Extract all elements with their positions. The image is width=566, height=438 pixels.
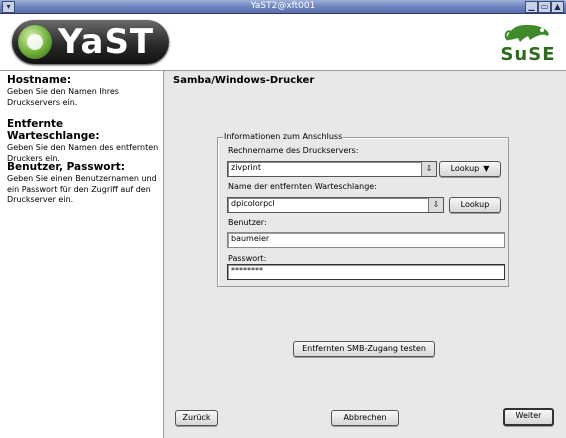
next-label: Weiter <box>515 411 542 420</box>
help-heading: Entfernte Warteschlange: <box>7 118 100 142</box>
queue-value: dpicolorpcl <box>231 199 275 208</box>
user-label: Benutzer: <box>228 218 267 227</box>
yast-logo-text: YaST <box>58 22 155 62</box>
yast-ball-icon <box>18 25 52 59</box>
server-combobox[interactable]: zivprint ⇩ <box>227 161 437 177</box>
lookup-label: Lookup <box>450 164 480 173</box>
help-section-credentials: Benutzer, Passwort: Geben Sie einen Benu… <box>7 161 159 206</box>
password-field[interactable]: ******** <box>227 264 505 280</box>
help-text: Geben Sie einen Benutzernamen und ein Pa… <box>7 174 157 204</box>
group-title: Informationen zum Anschluss <box>223 132 344 141</box>
header-banner: YaST SuSE <box>0 14 566 71</box>
combo-arrow-icon[interactable]: ⇩ <box>428 198 443 212</box>
suse-logo-text: SuSE <box>500 44 556 65</box>
lookup-label: Lookup <box>460 200 490 209</box>
dialog-title: Samba/Windows-Drucker <box>173 75 315 86</box>
back-button[interactable]: Zurück <box>175 410 218 426</box>
cancel-button[interactable]: Abbrechen <box>331 410 399 426</box>
help-pane: Hostname: Geben Sie den Namen Ihres Druc… <box>0 71 164 438</box>
combo-arrow-icon[interactable]: ⇩ <box>421 162 436 176</box>
next-button[interactable]: Weiter <box>503 408 554 426</box>
dialog-content: Samba/Windows-Drucker Informationen zum … <box>164 71 566 438</box>
help-heading: Hostname: <box>7 74 72 86</box>
test-smb-button[interactable]: Entfernten SMB-Zugang testen <box>293 341 435 357</box>
back-label: Zurück <box>182 413 211 422</box>
connection-info-group: Informationen zum Anschluss Rechnername … <box>217 132 509 287</box>
help-text: Geben Sie den Namen Ihres Druckservers e… <box>7 87 119 107</box>
window-menu-icon[interactable]: ▾ <box>2 1 15 13</box>
user-value: baumeier <box>231 234 270 243</box>
yast-logo: YaST <box>12 20 169 64</box>
chameleon-icon <box>504 24 549 42</box>
help-heading: Benutzer, Passwort: <box>7 161 125 173</box>
server-lookup-button[interactable]: Lookup ▼ <box>439 161 501 177</box>
user-field[interactable]: baumeier <box>227 232 505 248</box>
window-title: YaST2@xft001 <box>250 1 316 11</box>
suse-logo: SuSE <box>498 18 558 68</box>
password-label: Passwort: <box>228 254 267 263</box>
minimize-icon[interactable]: ▁ <box>525 1 538 13</box>
password-value: ******** <box>231 266 263 275</box>
queue-combobox[interactable]: dpicolorpcl ⇩ <box>227 197 444 213</box>
test-smb-label: Entfernten SMB-Zugang testen <box>302 344 426 353</box>
dropdown-arrow-icon: ▼ <box>483 164 490 173</box>
window-titlebar[interactable]: YaST2@xft001 ▾ ▁ ▭ ▲ <box>0 0 566 14</box>
cancel-label: Abbrechen <box>343 413 387 422</box>
help-section-hostname: Hostname: Geben Sie den Namen Ihres Druc… <box>7 74 159 108</box>
server-label: Rechnername des Druckservers: <box>228 146 359 155</box>
queue-label: Name der entfernten Warteschlange: <box>228 182 377 191</box>
maximize-icon[interactable]: ▭ <box>538 1 551 13</box>
help-section-queue: Entfernte Warteschlange: Geben Sie den N… <box>7 118 159 164</box>
server-value: zivprint <box>231 163 261 172</box>
close-icon[interactable]: ▲ <box>551 1 564 13</box>
queue-lookup-button[interactable]: Lookup <box>449 197 501 213</box>
